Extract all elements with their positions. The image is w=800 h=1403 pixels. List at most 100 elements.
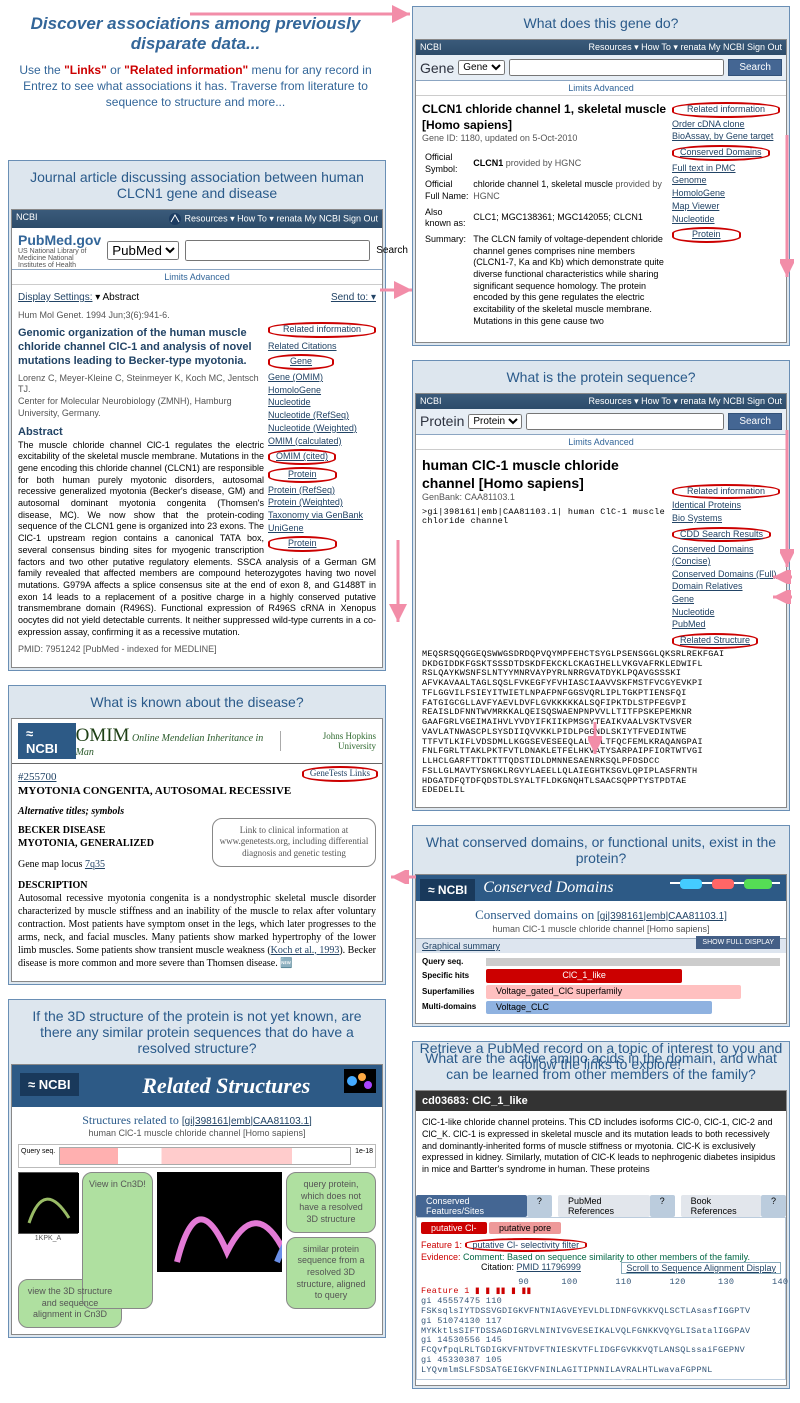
arrow-icon [780, 135, 794, 285]
omim-ref-link[interactable]: Koch et al., 1993 [271, 945, 340, 956]
pubmed-caption: Journal article discussing association b… [11, 163, 383, 209]
genetests-bubble: Link to clinical information at www.gene… [212, 818, 376, 867]
tab-pubmed[interactable]: PubMed References [558, 1195, 650, 1217]
arrow-icon [770, 570, 794, 584]
side-link[interactable]: Conserved Domains (Full) [672, 569, 780, 581]
arrow-icon [388, 540, 408, 630]
display-settings[interactable]: Display Settings: [18, 292, 92, 303]
side-link[interactable]: Map Viewer [672, 201, 780, 213]
cdd-on: Conserved domains on [475, 907, 594, 922]
side-link[interactable]: Gene [672, 594, 780, 606]
side-link-cdd[interactable]: CDD Search Results [672, 527, 771, 543]
side-link[interactable]: Taxonomy via GenBank [268, 510, 376, 522]
side-link[interactable]: UniGene [268, 523, 376, 535]
side-link[interactable]: Genome [672, 175, 780, 187]
genetests-link[interactable]: GeneTests Links [302, 766, 378, 782]
structure-thumb[interactable] [18, 1172, 78, 1234]
row-label: Query seq. [422, 957, 482, 967]
side-link-protein[interactable]: Protein [268, 467, 337, 483]
side-link[interactable]: HomoloGene [268, 385, 376, 397]
pubmed-logo[interactable]: PubMed.gov [18, 232, 101, 248]
side-link[interactable]: Gene (OMIM) [268, 372, 376, 384]
side-link[interactable]: Nucleotide (RefSeq) [268, 410, 376, 422]
side-link[interactable]: Domain Relatives [672, 581, 780, 593]
cdd-caption: What conserved domains, or functional un… [415, 828, 787, 874]
omim-logo[interactable]: OMIM [76, 725, 130, 746]
cd-id: cd03683: ClC_1_like [416, 1091, 786, 1111]
clc-hit[interactable]: ClC_1_like [486, 969, 682, 983]
ncbi-logo[interactable]: NCBI [420, 396, 442, 406]
cdd-sub: human ClC-1 muscle chloride channel [Hom… [422, 924, 780, 936]
search-button[interactable]: Search [728, 59, 782, 76]
related-info-header[interactable]: Related information [672, 102, 780, 118]
gene-search-input[interactable] [509, 59, 724, 76]
side-link[interactable]: Order cDNA clone [672, 119, 780, 131]
side-link[interactable]: Related Citations [268, 341, 376, 353]
limits-links[interactable]: Limits Advanced [416, 435, 786, 450]
side-link-gene[interactable]: Gene [268, 354, 334, 370]
tab-features[interactable]: Conserved Features/Sites [416, 1195, 527, 1217]
family-desc: ClC-1-like chloride channel proteins. Th… [416, 1111, 786, 1181]
relstruct-banner: ≈ NCBI Related Structures [12, 1065, 382, 1107]
side-link[interactable]: Protein (Weighted) [268, 497, 376, 509]
side-link[interactable]: Nucleotide [672, 214, 780, 226]
footer-note: Retrieve a PubMed record on a topic of i… [412, 1040, 790, 1072]
superfamily-hit[interactable]: Voltage_gated_ClC superfamily [486, 985, 741, 999]
ncbi-logo[interactable]: ≈ NCBI [420, 879, 475, 901]
ncbi-links[interactable]: Resources ▾ How To ▾ renata My NCBI Sign… [589, 42, 782, 52]
multidomain-hit[interactable]: Voltage_CLC [486, 1001, 712, 1015]
tab-book[interactable]: Book References [681, 1195, 761, 1217]
side-link[interactable]: OMIM (calculated) [268, 436, 376, 448]
ncbi-logo[interactable]: NCBI [420, 42, 442, 52]
related-info-header[interactable]: Related information [268, 322, 376, 338]
limits-links[interactable]: Limits Advanced [12, 270, 382, 285]
jhu-logo: Johns Hopkins University [280, 731, 376, 751]
ncbi-links[interactable]: Resources ▾ How To ▾ renata My NCBI Sign… [589, 396, 782, 406]
side-link-protein[interactable]: Protein [672, 227, 741, 243]
side-link[interactable]: Nucleotide (Weighted) [268, 423, 376, 435]
cdd-acc-link[interactable]: [gi|398161|emb|CAA81103.1] [597, 911, 727, 922]
side-link[interactable]: Identical Proteins [672, 500, 780, 512]
structure-render[interactable] [157, 1172, 282, 1272]
side-link[interactable]: HomoloGene [672, 188, 780, 200]
side-link[interactable]: BioAssay, by Gene target [672, 131, 780, 143]
arrow-icon [388, 870, 418, 884]
gene-db-select[interactable]: Gene [458, 60, 505, 75]
feature-pill-2[interactable]: putative pore [489, 1222, 561, 1234]
align-line: gi 14530556 145 FCQvfpqLRLTGDIGKVFNTDVFT… [421, 1336, 781, 1356]
citation-link[interactable]: PMID 11796999 [517, 1262, 581, 1272]
search-button[interactable]: Search [728, 413, 782, 430]
ncbi-logo[interactable]: ≈ NCBI [18, 723, 76, 759]
side-link[interactable]: Full text in PMC [672, 163, 780, 175]
scroll-alignment-button[interactable]: Scroll to Sequence Alignment Display [621, 1262, 781, 1274]
related-info-header[interactable]: Related information [672, 484, 780, 500]
pubmed-card: Journal article discussing association b… [8, 160, 386, 671]
show-full-button[interactable]: SHOW FULL DISPLAY [696, 936, 780, 949]
pubmed-search-input[interactable] [185, 240, 370, 261]
protein-db-select[interactable]: Protein [468, 414, 522, 429]
side-link-cd[interactable]: Conserved Domains [672, 145, 770, 161]
relstruct-acc[interactable]: [gi|398161|emb|CAA81103.1] [182, 1116, 312, 1127]
feature-pill-1[interactable]: putative Cl- [421, 1222, 487, 1234]
gene-map-link[interactable]: 7q35 [85, 859, 105, 870]
side-link[interactable]: Nucleotide [672, 607, 780, 619]
family-card: What are the active amino acids in the d… [412, 1041, 790, 1389]
ncbi-logo[interactable]: ≈ NCBI [20, 1073, 79, 1096]
side-link[interactable]: PubMed [672, 619, 780, 631]
side-link[interactable]: Nucleotide [268, 397, 376, 409]
similar-protein-bubble: similar protein sequence from a resolved… [286, 1237, 376, 1309]
send-to[interactable]: Send to: ▾ [331, 291, 376, 304]
side-link[interactable]: Protein (RefSeq) [268, 485, 376, 497]
side-link[interactable]: Conserved Domains (Concise) [672, 544, 780, 567]
limits-links[interactable]: Limits Advanced [416, 81, 786, 96]
side-link[interactable]: Bio Systems [672, 513, 780, 525]
pubmed-db-select[interactable]: PubMed [107, 241, 179, 260]
side-link-structure[interactable]: Related Structure [672, 633, 758, 649]
search-button[interactable]: Search [376, 245, 408, 256]
graphical-summary[interactable]: Graphical summary [422, 941, 500, 951]
side-link-omim[interactable]: OMIM (cited) [268, 449, 336, 465]
mim-number[interactable]: #255700 [18, 771, 57, 783]
side-link-prot2[interactable]: Protein [268, 536, 337, 552]
protein-search-input[interactable] [526, 413, 724, 430]
relstruct-title: Related Structures [142, 1073, 310, 1098]
